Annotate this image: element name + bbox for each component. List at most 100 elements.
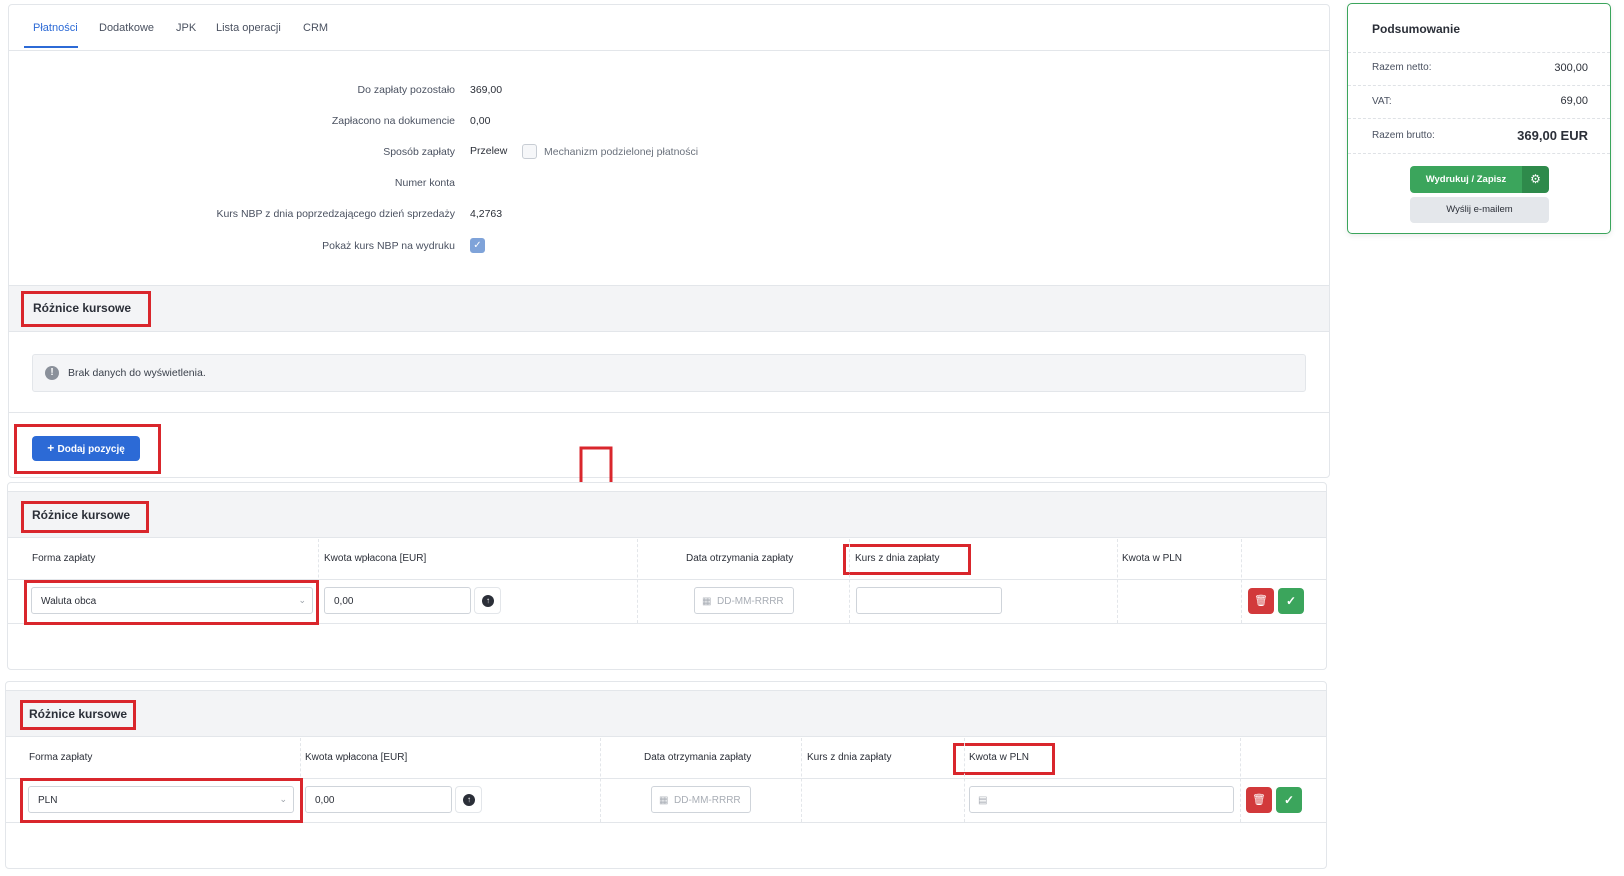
divider — [1348, 85, 1610, 86]
col-divider — [318, 539, 319, 623]
add-item-button[interactable]: + Dodaj pozycję — [32, 436, 140, 461]
net-label: Razem netto: — [1372, 62, 1432, 73]
tab-bar — [8, 4, 1330, 51]
currency-convert-button[interactable]: ↑ — [474, 587, 501, 614]
payment-form-select[interactable]: Waluta obca ⌄ — [31, 587, 313, 614]
section-3-title: Różnice kursowe — [29, 707, 128, 721]
row-divider — [6, 822, 1326, 823]
arrow-up-icon: ↑ — [482, 595, 494, 607]
nbp-rate-label: Kurs NBP z dnia poprzedzającego dzień sp… — [216, 208, 455, 220]
section-header-3 — [6, 690, 1326, 737]
active-tab-indicator — [24, 46, 78, 48]
send-email-button[interactable]: Wyślij e-mailem — [1410, 197, 1549, 223]
account-number-label: Numer konta — [394, 177, 455, 189]
col-divider — [1241, 539, 1242, 623]
paid-label: Zapłacono na dokumencie — [331, 115, 455, 127]
col-form: Forma zapłaty — [32, 553, 96, 564]
payment-form-select[interactable]: PLN ⌄ — [28, 786, 294, 813]
gross-label: Razem brutto: — [1372, 130, 1435, 141]
tab-operations-list[interactable]: Lista operacji — [216, 22, 281, 34]
add-item-label: Dodaj pozycję — [57, 444, 125, 455]
col-form: Forma zapłaty — [29, 752, 93, 763]
nbp-rate-value: 4,2763 — [470, 208, 503, 220]
payment-date-input[interactable]: ▦ DD-MM-RRRR — [694, 587, 794, 614]
vat-value: 69,00 — [1560, 95, 1588, 107]
gross-value: 369,00 EUR — [1517, 128, 1588, 143]
row-divider — [8, 579, 1326, 580]
col-divider — [600, 738, 601, 822]
col-divider — [637, 539, 638, 623]
show-nbp-label: Pokaż kurs NBP na wydruku — [322, 240, 455, 252]
trash-icon[interactable]: 🗑 — [1248, 588, 1274, 614]
payment-date-input[interactable]: ▦ DD-MM-RRRR — [651, 786, 751, 813]
col-rate: Kurs z dnia zapłaty — [855, 553, 940, 564]
payment-form-value: PLN — [38, 795, 58, 806]
amount-input[interactable]: 0,00 — [305, 786, 452, 813]
remaining-value: 369,00 — [470, 84, 503, 96]
col-divider — [1117, 539, 1118, 623]
chevron-down-icon: ⌄ — [279, 794, 287, 804]
payment-form-value: Waluta obca — [41, 596, 97, 607]
summary-panel: Podsumowanie Razem netto: 300,00 VAT: 69… — [1347, 3, 1611, 234]
print-save-button[interactable]: Wydrukuj / Zapisz — [1410, 166, 1522, 193]
row-divider — [6, 778, 1326, 779]
col-amount: Kwota wpłacona [EUR] — [324, 553, 427, 564]
vat-label: VAT: — [1372, 96, 1392, 107]
section-2-title: Różnice kursowe — [32, 508, 131, 522]
chevron-down-icon: ⌄ — [298, 595, 306, 605]
col-divider — [849, 539, 850, 623]
col-rate: Kurs z dnia zapłaty — [807, 752, 892, 763]
tab-payments[interactable]: Płatności — [33, 22, 78, 34]
remaining-label: Do zapłaty pozostało — [357, 84, 455, 96]
col-amount: Kwota wpłacona [EUR] — [305, 752, 408, 763]
col-divider — [300, 738, 301, 822]
calendar-icon: ▦ — [659, 795, 669, 806]
info-icon: ! — [45, 366, 59, 380]
col-divider — [964, 738, 965, 822]
empty-message: Brak danych do wyświetlenia. — [68, 367, 206, 379]
summary-title: Podsumowanie — [1372, 22, 1461, 36]
divider — [9, 412, 1329, 413]
divider — [1348, 52, 1610, 53]
payments-panel — [8, 4, 1330, 478]
section-header-1 — [9, 285, 1329, 332]
section-header-2 — [8, 491, 1326, 538]
amount-input[interactable]: 0,00 — [324, 587, 471, 614]
pln-amount-input[interactable]: ▤ — [969, 786, 1234, 813]
check-icon: ✓ — [473, 240, 482, 251]
empty-alert: ! Brak danych do wyświetlenia. — [32, 354, 1306, 392]
section-1-title: Różnice kursowe — [33, 301, 132, 315]
plus-icon: + — [47, 441, 58, 455]
check-icon[interactable]: ✓ — [1276, 787, 1302, 813]
rate-input[interactable] — [856, 587, 1002, 614]
currency-convert-button[interactable]: ↑ — [455, 786, 482, 813]
split-payment-label: Mechanizm podzielonej płatności — [544, 146, 699, 158]
calendar-icon: ▦ — [702, 596, 712, 607]
show-nbp-checkbox[interactable]: ✓ — [470, 238, 485, 253]
divider — [1348, 153, 1610, 154]
row-divider — [8, 623, 1326, 624]
col-divider — [1240, 738, 1241, 822]
amount-value: 0,00 — [334, 596, 354, 607]
net-value: 300,00 — [1554, 62, 1588, 74]
divider — [1348, 118, 1610, 119]
tab-additional[interactable]: Dodatkowe — [99, 22, 154, 34]
check-icon[interactable]: ✓ — [1278, 588, 1304, 614]
payment-method-label: Sposób zapłaty — [383, 146, 455, 158]
amount-value: 0,00 — [315, 795, 335, 806]
payment-date-placeholder: DD-MM-RRRR — [674, 795, 741, 806]
col-date: Data otrzymania zapłaty — [686, 553, 794, 564]
tab-crm[interactable]: CRM — [303, 22, 328, 34]
trash-icon[interactable]: 🗑 — [1246, 787, 1272, 813]
arrow-up-icon: ↑ — [463, 794, 475, 806]
payment-method-value: Przelew — [470, 145, 508, 157]
col-date: Data otrzymania zapłaty — [644, 752, 752, 763]
col-pln: Kwota w PLN — [1122, 553, 1183, 564]
tab-jpk[interactable]: JPK — [176, 22, 196, 34]
payment-date-placeholder: DD-MM-RRRR — [717, 596, 784, 607]
paid-value: 0,00 — [470, 115, 491, 127]
gear-icon[interactable]: ⚙ — [1522, 166, 1549, 193]
col-divider — [801, 738, 802, 822]
split-payment-checkbox[interactable] — [522, 144, 537, 159]
col-pln: Kwota w PLN — [969, 752, 1030, 763]
